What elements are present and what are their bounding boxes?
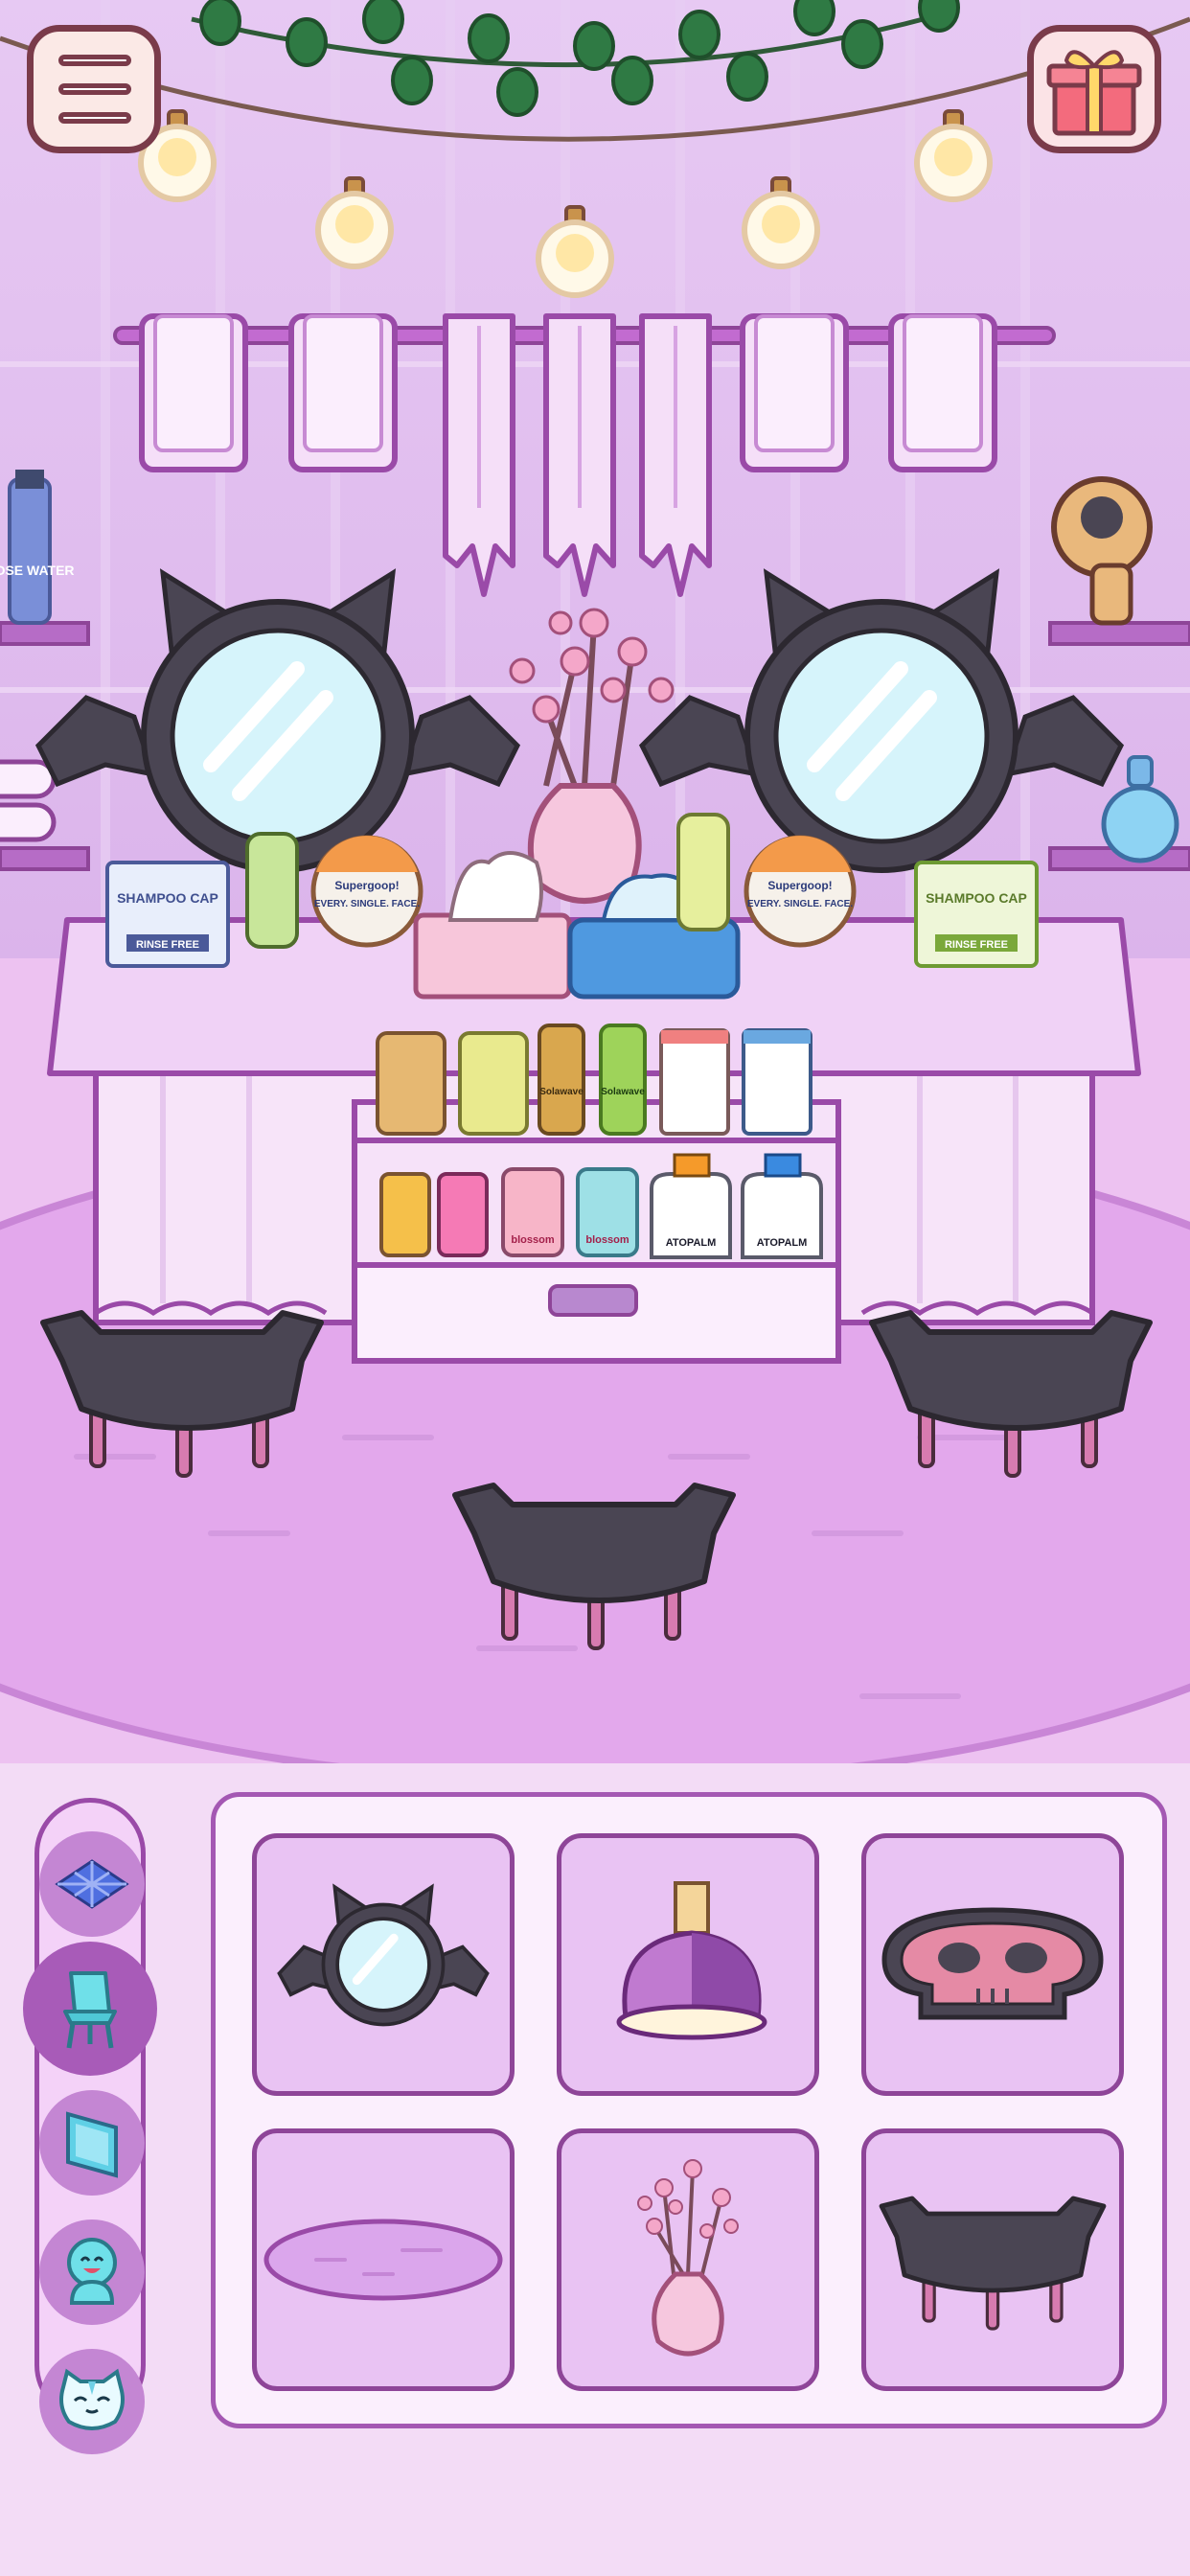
- category-floor-button[interactable]: [39, 1831, 145, 1937]
- room-scene: ROSE WATER SHAMPOO CAP RINSE FREE Super: [0, 0, 1190, 1802]
- item-slot-skull-rug[interactable]: [861, 1833, 1124, 2096]
- category-wall-button[interactable]: [39, 2090, 145, 2196]
- atopalm-label-1: ATOPALM: [666, 1237, 717, 1249]
- shampoo-cap-label-right: SHAMPOO CAP: [926, 890, 1027, 906]
- category-pet-button[interactable]: [39, 2349, 145, 2454]
- supergoop-label-left: Supergoop!: [334, 879, 399, 892]
- item-slot-oval-rug[interactable]: [252, 2128, 515, 2391]
- wall-panel-icon: [66, 2111, 118, 2178]
- item-slot-bat-stool[interactable]: [861, 2128, 1124, 2391]
- blossom-label-1: blossom: [511, 1234, 554, 1246]
- category-rail: [23, 1798, 157, 2454]
- character-icon: [67, 2238, 117, 2305]
- gift-box-icon: [1046, 50, 1142, 136]
- chair-icon: [63, 1971, 117, 2049]
- category-furniture-button[interactable]: [23, 1942, 157, 2076]
- bat-mirror-icon: [277, 1883, 490, 2027]
- shampoo-cap-label-left: SHAMPOO CAP: [117, 890, 218, 906]
- blossom-label-2: blossom: [585, 1234, 629, 1246]
- gift-button[interactable]: [1027, 25, 1161, 153]
- bat-stool-icon: [879, 2196, 1107, 2331]
- purple-lamp-icon: [616, 1881, 767, 2040]
- atopalm-label-2: ATOPALM: [757, 1237, 808, 1249]
- menu-button[interactable]: [27, 25, 161, 153]
- rose-water-label: ROSE WATER: [0, 563, 75, 578]
- item-slot-flower-vase[interactable]: [557, 2128, 819, 2391]
- solawave-label-2: Solawave: [601, 1087, 645, 1097]
- rinse-free-label-right: RINSE FREE: [945, 939, 1008, 951]
- oval-rug-icon: [263, 2219, 503, 2301]
- item-slot-bat-mirror[interactable]: [252, 1833, 515, 2096]
- solawave-label-1: Solawave: [539, 1087, 584, 1097]
- supergoop-label-right: Supergoop!: [767, 879, 832, 892]
- floor-tile-icon: [55, 1859, 129, 1909]
- skull-rug-icon: [881, 1907, 1104, 2020]
- rinse-free-label-left: RINSE FREE: [136, 939, 199, 951]
- item-grid-panel: [211, 1792, 1167, 2428]
- cat-pet-icon: [59, 2368, 125, 2430]
- item-slot-purple-lamp[interactable]: [557, 1833, 819, 2096]
- every-single-face-label-right: EVERY. SINGLE. FACE.: [747, 899, 853, 909]
- every-single-face-label-left: EVERY. SINGLE. FACE.: [314, 899, 420, 909]
- flower-vase-icon: [637, 2159, 739, 2357]
- category-character-button[interactable]: [39, 2220, 145, 2325]
